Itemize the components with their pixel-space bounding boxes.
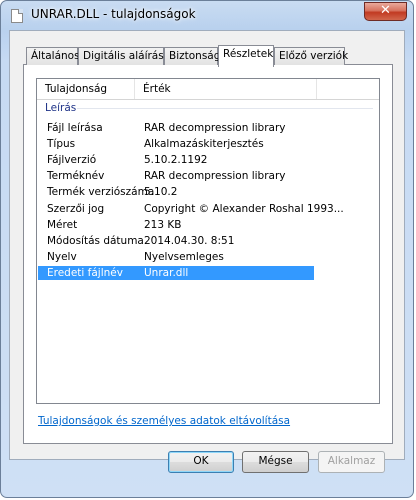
table-row[interactable]: Fájlverzió 5.10.2.1192 xyxy=(38,153,314,167)
tab-digital-signatures[interactable]: Digitális aláírások xyxy=(78,47,176,65)
table-row[interactable]: Szerzői jog Copyright © Alexander Roshal … xyxy=(38,202,344,216)
close-button[interactable]: ✕ xyxy=(364,2,407,21)
tab-details[interactable]: Részletek xyxy=(218,45,274,67)
property-value: RAR decompression library xyxy=(144,122,286,134)
property-name: Módosítás dátuma xyxy=(47,235,144,247)
property-value: RAR decompression library xyxy=(144,170,286,182)
details-list[interactable]: Tulajdonság Érték Leírás Fájl leírása RAR… xyxy=(36,78,380,404)
group-header-description[interactable]: Leírás xyxy=(45,101,76,115)
column-header-value[interactable]: Érték xyxy=(135,79,317,99)
tab-label: Részletek xyxy=(223,48,274,60)
property-value: 2014.04.30. 8:51 xyxy=(144,235,235,247)
table-row[interactable]: Méret 213 KB xyxy=(38,218,314,232)
property-value: Nyelvsemleges xyxy=(144,251,224,263)
group-divider xyxy=(77,108,373,109)
table-row[interactable]: Terméknév RAR decompression library xyxy=(38,169,314,183)
property-name: Eredeti fájlnév xyxy=(47,267,123,279)
table-row[interactable]: Nyelv Nyelvsemleges xyxy=(38,250,314,264)
ok-button[interactable]: OK xyxy=(168,451,234,473)
apply-button[interactable]: Alkalmaz xyxy=(318,451,385,473)
property-value: 5.10.2.1192 xyxy=(144,154,208,166)
property-name: Fájlverzió xyxy=(47,154,97,166)
table-row[interactable]: Termék verziószáma 5.10.2 xyxy=(38,185,314,199)
close-icon: ✕ xyxy=(380,3,391,18)
property-name: Szerzői jog xyxy=(47,203,105,215)
tab-general[interactable]: Általános xyxy=(26,47,80,65)
cancel-button[interactable]: Mégse xyxy=(242,451,309,473)
tab-previous-versions[interactable]: Előző verziók xyxy=(274,47,349,65)
list-header: Tulajdonság Érték xyxy=(37,79,379,100)
remove-properties-link[interactable]: Tulajdonságok és személyes adatok eltávo… xyxy=(38,415,290,427)
property-name: Terméknév xyxy=(47,170,105,182)
property-name: Fájl leírása xyxy=(47,122,103,134)
property-value: Alkalmazáskiterjesztés xyxy=(144,138,264,150)
file-icon xyxy=(11,9,23,23)
property-name: Típus xyxy=(47,138,76,150)
property-value: 5.10.2 xyxy=(144,186,178,198)
property-name: Méret xyxy=(47,219,78,231)
table-row[interactable]: Fájl leírása RAR decompression library xyxy=(38,121,314,135)
property-name: Nyelv xyxy=(47,251,77,263)
tab-label: Előző verziók xyxy=(279,50,349,62)
tab-label: Biztonság xyxy=(169,50,221,62)
property-value: Copyright © Alexander Roshal 1993... xyxy=(144,203,344,215)
tab-security[interactable]: Biztonság xyxy=(164,47,221,65)
column-header-property[interactable]: Tulajdonság xyxy=(37,79,135,99)
title-bar[interactable]: UNRAR.DLL - tulajdonságok ✕ xyxy=(1,1,413,31)
tab-label: Általános xyxy=(31,50,80,62)
table-row[interactable]: Típus Alkalmazáskiterjesztés xyxy=(38,137,314,151)
property-name: Termék verziószáma xyxy=(47,186,155,198)
window-title: UNRAR.DLL - tulajdonságok xyxy=(31,7,196,21)
property-value: Unrar.dll xyxy=(144,267,189,279)
tab-label: Digitális aláírások xyxy=(83,50,177,62)
table-row-selected[interactable]: Eredeti fájlnév Unrar.dll xyxy=(38,266,314,280)
table-row[interactable]: Módosítás dátuma 2014.04.30. 8:51 xyxy=(38,234,314,248)
property-value: 213 KB xyxy=(144,219,182,231)
